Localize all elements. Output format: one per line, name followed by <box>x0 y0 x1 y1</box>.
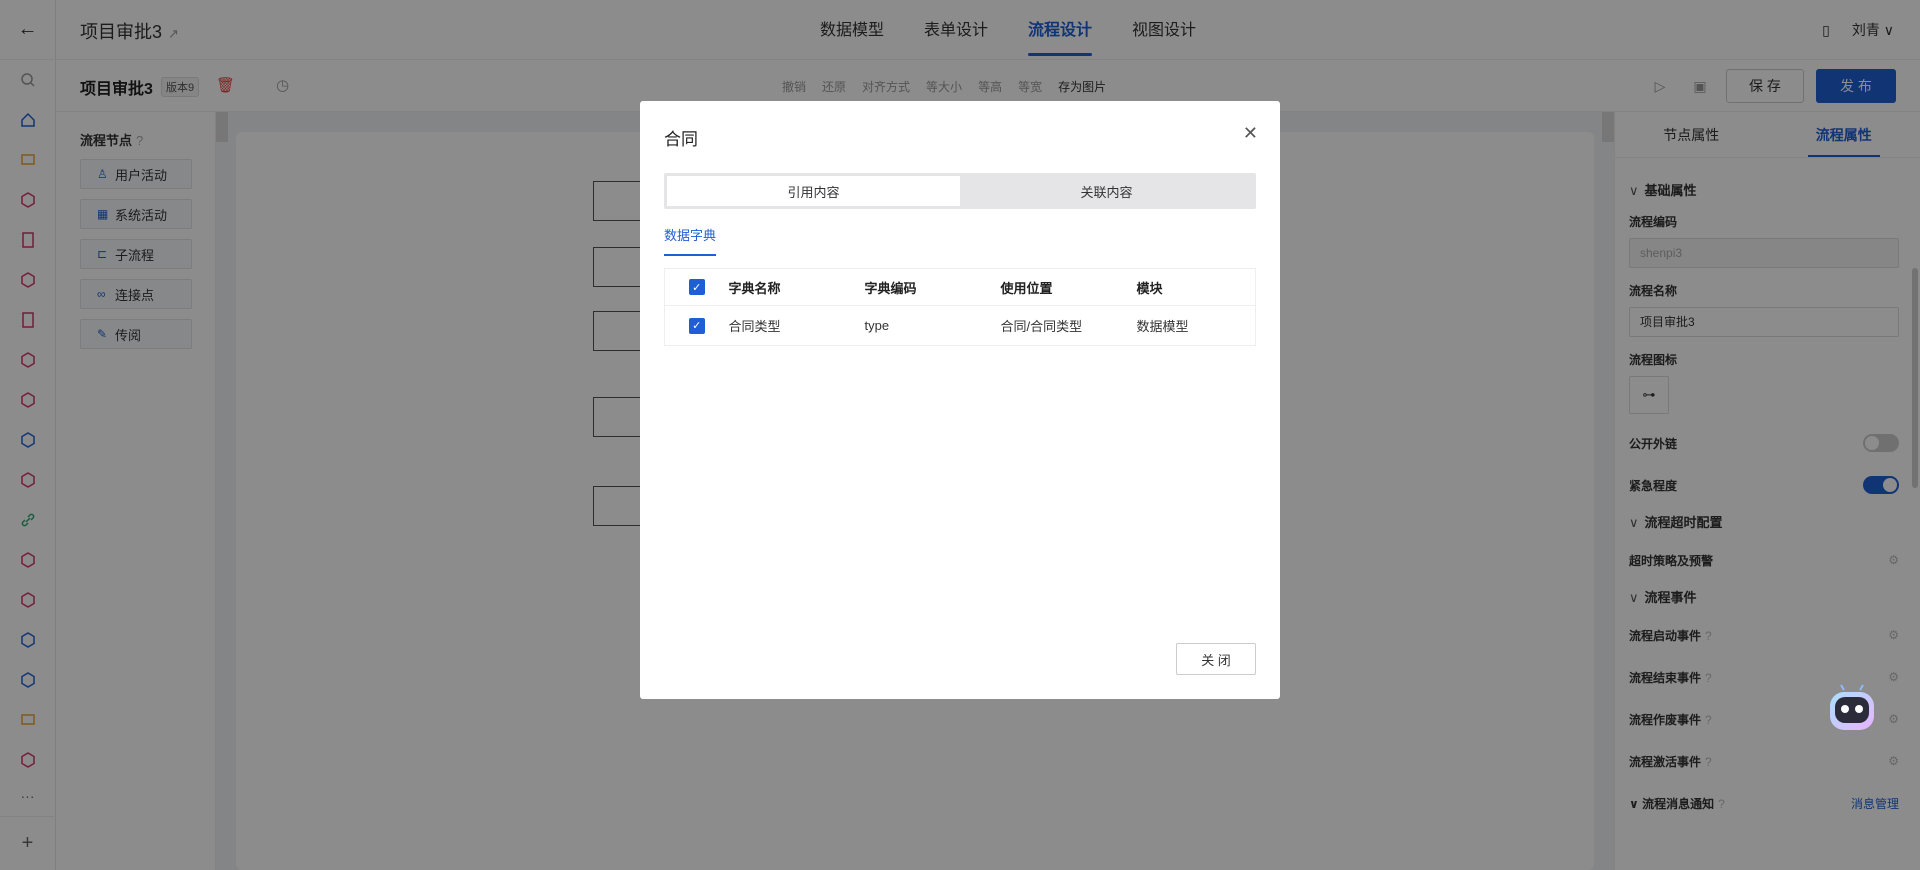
tab-data-dictionary[interactable]: 数据字典 <box>664 225 717 256</box>
segment-associated[interactable]: 关联内容 <box>960 176 1253 206</box>
segment-referenced[interactable]: 引用内容 <box>667 176 960 206</box>
table-row[interactable]: ✓ 合同类型 type 合同/合同类型 数据模型 <box>665 306 1256 346</box>
assistant-robot-icon[interactable] <box>1824 682 1880 738</box>
segment-control: 引用内容 关联内容 <box>664 173 1256 209</box>
select-all-checkbox[interactable]: ✓ <box>688 279 705 296</box>
column-header: 字典名称 <box>728 268 865 306</box>
cell-code: type <box>864 318 890 333</box>
reference-modal: 合同 ✕ 引用内容 关联内容 数据字典 ✓ 字典名称 字典编码 使用位置 模块 … <box>640 101 1280 699</box>
column-header: 模块 <box>1136 268 1256 306</box>
cell-name: 合同类型 <box>728 319 781 334</box>
cell-module: 数据模型 <box>1136 319 1189 334</box>
column-header: 字典编码 <box>864 268 1001 306</box>
row-checkbox[interactable]: ✓ <box>688 317 705 334</box>
close-icon[interactable]: ✕ <box>1243 123 1258 144</box>
dictionary-table: ✓ 字典名称 字典编码 使用位置 模块 ✓ 合同类型 type 合同/合同类型 … <box>664 268 1256 346</box>
modal-title: 合同 <box>664 130 698 149</box>
row-select-cell: ✓ <box>665 306 729 346</box>
select-all-cell: ✓ <box>664 268 729 306</box>
close-button[interactable]: 关 闭 <box>1176 643 1256 675</box>
cell-location: 合同/合同类型 <box>1000 319 1083 334</box>
column-header: 使用位置 <box>1000 268 1137 306</box>
table-header-row: ✓ 字典名称 字典编码 使用位置 模块 <box>664 268 1256 306</box>
